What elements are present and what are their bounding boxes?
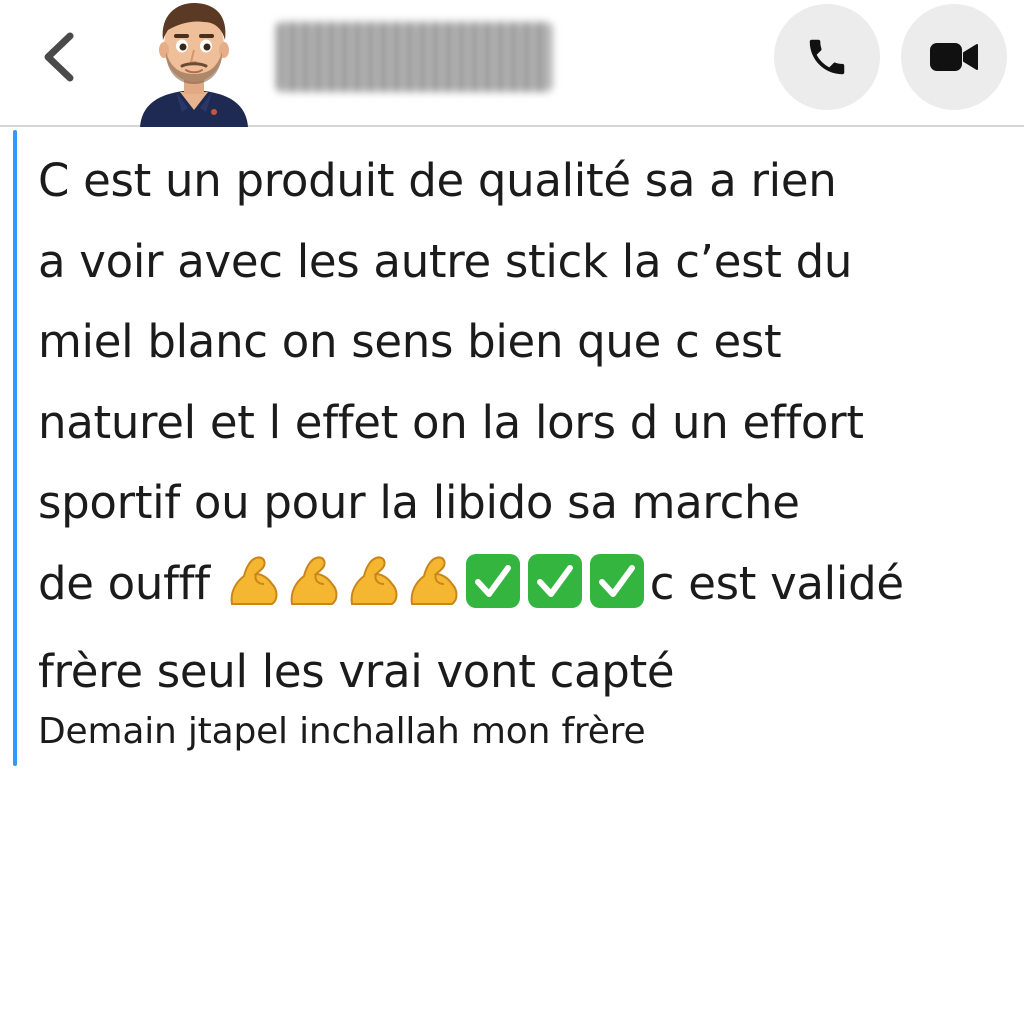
conversation-thread: C est un produit de qualité sa a rien a … [0, 127, 1024, 1024]
message-line-end: c est validé [649, 556, 904, 610]
chat-header [0, 0, 1024, 127]
video-camera-icon [930, 43, 978, 71]
message-line: miel blanc on sens bien que c est [38, 315, 782, 368]
message-line: C est un produit de qualité sa a rien [38, 154, 837, 207]
message-text-secondary[interactable]: Demain jtapel inchallah mon frère [38, 702, 998, 762]
avatar[interactable] [132, 0, 256, 127]
contact-name[interactable] [276, 22, 552, 92]
flexed-biceps-icon [344, 552, 404, 612]
call-button[interactable] [774, 4, 880, 110]
check-mark-button-icon [526, 552, 584, 610]
flexed-biceps-icon [224, 552, 284, 612]
message-line: a voir avec les autre stick la c’est du [38, 234, 853, 288]
bitmoji-avatar-icon [140, 2, 248, 127]
chevron-left-icon [44, 32, 74, 82]
message-line: sportif ou pour la libido sa marche [38, 476, 800, 529]
message-line: frère seul les vrai vont capté [38, 645, 675, 698]
check-mark-button-icon [588, 552, 646, 610]
check-mark-button-icon [464, 552, 522, 610]
back-button[interactable] [30, 22, 90, 92]
message-text[interactable]: C est un produit de qualité sa a rien a … [38, 141, 998, 713]
video-call-button[interactable] [901, 4, 1007, 110]
sender-color-bar [13, 130, 17, 766]
phone-icon [809, 39, 845, 75]
flexed-biceps-icon [284, 552, 344, 612]
message-line-start: de oufff [38, 556, 210, 610]
flexed-biceps-icon [404, 552, 464, 612]
emoji-group [224, 552, 650, 633]
message-line: naturel et l effet on la lors d un effor… [38, 395, 864, 449]
